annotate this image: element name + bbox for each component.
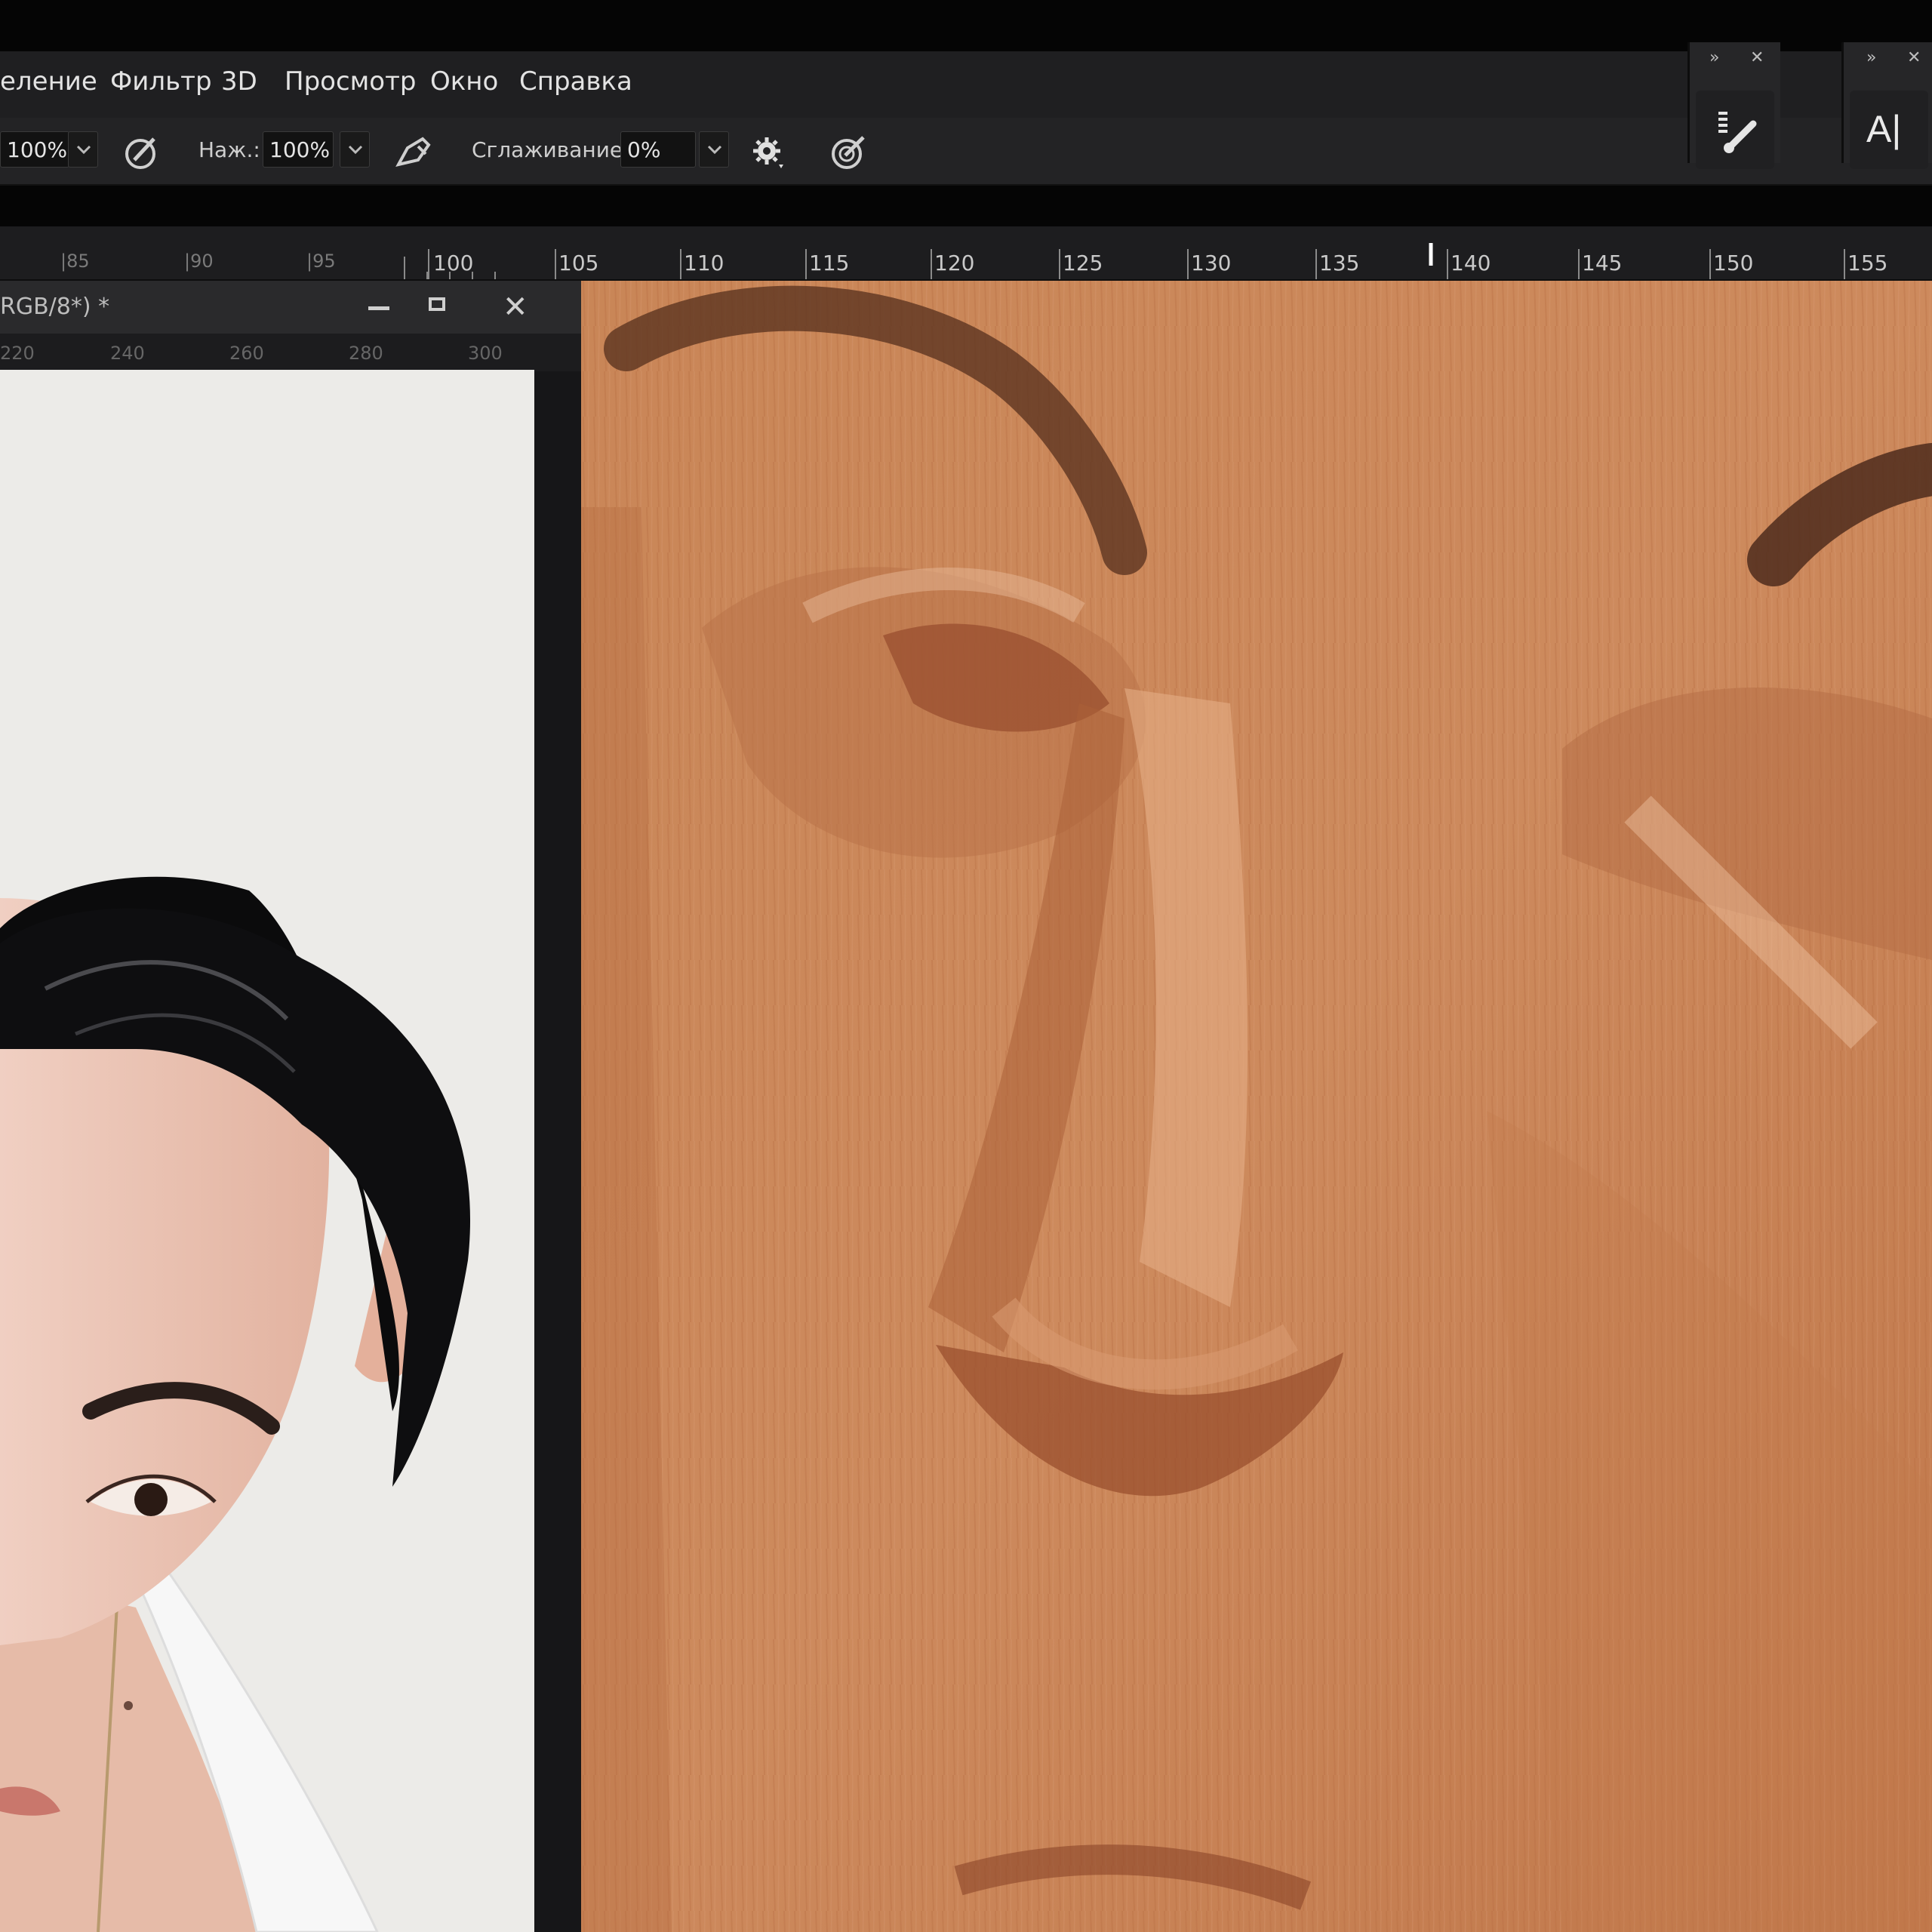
- menu-filter[interactable]: Фильтр: [110, 66, 212, 97]
- ruler-label: 105: [558, 251, 599, 275]
- smoothing-label: Сглаживание:: [472, 137, 630, 162]
- close-icon[interactable]: ✕: [1907, 48, 1921, 67]
- expand-icon[interactable]: »: [1709, 48, 1719, 67]
- ruler-label: 260: [229, 343, 264, 364]
- chevron-down-icon: [76, 145, 91, 155]
- painted-face-artwork: [581, 281, 1932, 1932]
- tool-options-bar: 100% Наж.: 100% Сглаживание: 0%: [0, 118, 1932, 186]
- document-title: RGB/8*) *: [0, 294, 110, 320]
- ruler-label: 280: [349, 343, 383, 364]
- pressure-label: Наж.:: [198, 137, 260, 162]
- ruler-label: 140: [1451, 251, 1491, 275]
- pressure-dropdown[interactable]: [340, 131, 370, 168]
- smoothing-field[interactable]: 0%: [620, 131, 696, 168]
- reference-photo: [0, 370, 534, 1932]
- ruler-label: |90: [184, 251, 214, 272]
- painting-canvas[interactable]: [581, 281, 1932, 1932]
- symmetry-brush-icon[interactable]: [827, 131, 869, 174]
- horizontal-ruler: |85 |90 |95 100 105 110 115 120 125 130 …: [0, 226, 1932, 281]
- menu-window[interactable]: Окно: [430, 66, 498, 97]
- ruler-label: 145: [1582, 251, 1623, 275]
- ruler-label: 150: [1713, 251, 1754, 275]
- ruler-label: 115: [809, 251, 850, 275]
- chevron-down-icon: [707, 145, 722, 155]
- ruler-label: 220: [0, 343, 35, 364]
- ruler-label: |85: [60, 251, 90, 272]
- document-ruler: 220 240 260 280 300: [0, 334, 581, 371]
- ruler-label: 155: [1847, 251, 1888, 275]
- ruler-label: 135: [1319, 251, 1360, 275]
- type-icon: A|: [1866, 108, 1902, 150]
- opacity-dropdown[interactable]: [68, 131, 98, 168]
- character-panel-button[interactable]: A|: [1850, 91, 1928, 169]
- brush-settings-button[interactable]: [1696, 91, 1774, 169]
- ruler-label: |95: [306, 251, 336, 272]
- ruler-label: 300: [468, 343, 503, 364]
- airbrush-icon[interactable]: [392, 131, 435, 174]
- opacity-field[interactable]: 100%: [0, 131, 69, 168]
- menu-help[interactable]: Справка: [519, 66, 632, 97]
- menu-3d[interactable]: 3D: [221, 66, 257, 97]
- close-icon[interactable]: ✕: [1750, 48, 1764, 67]
- reference-document-window[interactable]: RGB/8*) * ✕ 220 240 260 280 300: [0, 281, 587, 1932]
- document-title-bar[interactable]: RGB/8*) * ✕: [0, 281, 581, 334]
- brush-icon: [1718, 112, 1757, 153]
- ruler-label: 110: [684, 251, 724, 275]
- ruler-label: 130: [1191, 251, 1232, 275]
- close-icon[interactable]: ✕: [503, 281, 528, 334]
- menu-bar: еление Фильтр 3D Просмотр Окно Справка: [0, 51, 1932, 119]
- chevron-down-icon: [348, 145, 363, 155]
- expand-icon[interactable]: »: [1866, 48, 1876, 67]
- maximize-icon[interactable]: [429, 297, 445, 311]
- smoothing-dropdown[interactable]: [699, 131, 729, 168]
- gear-icon[interactable]: [749, 131, 791, 174]
- brush-settings-panel: » ✕: [1687, 42, 1780, 169]
- minimize-icon[interactable]: [368, 306, 389, 310]
- ruler-label: 100: [433, 251, 474, 275]
- character-panel: » ✕ A|: [1841, 42, 1932, 169]
- pressure-field[interactable]: 100%: [263, 131, 334, 168]
- ruler-label: 240: [110, 343, 145, 364]
- menu-select[interactable]: еление: [0, 66, 97, 97]
- pressure-opacity-icon[interactable]: [121, 131, 163, 174]
- menu-view[interactable]: Просмотр: [285, 66, 416, 97]
- ruler-label: 125: [1063, 251, 1103, 275]
- ruler-label: 120: [934, 251, 975, 275]
- reference-portrait: [0, 370, 534, 1932]
